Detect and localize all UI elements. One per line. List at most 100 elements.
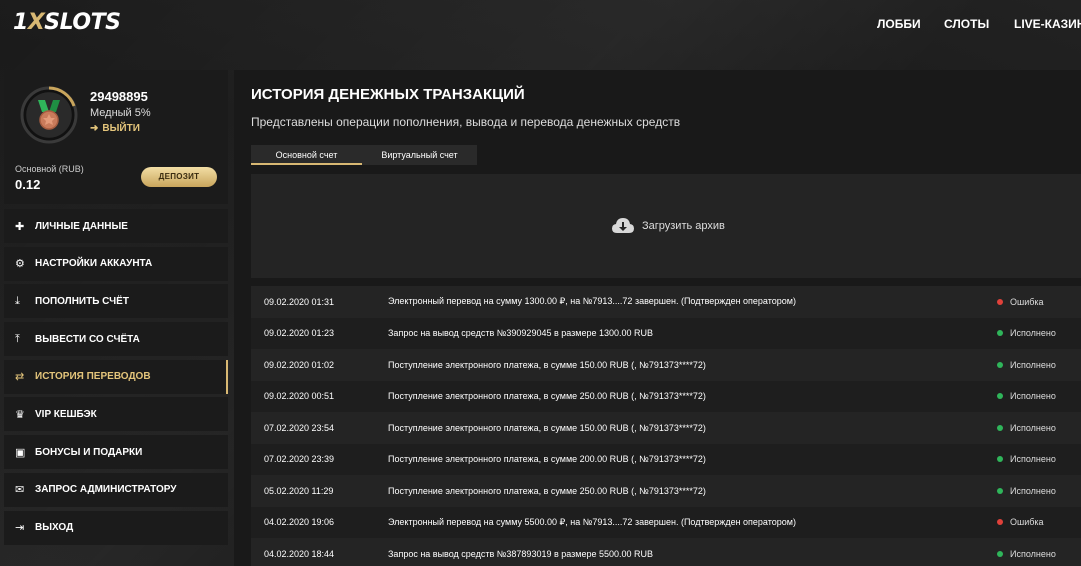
top-bar: 1XSLOTS ЛОББИ СЛОТЫ LIVE-КАЗИНО — [0, 0, 1081, 48]
table-row: 07.02.2020 23:39 Поступление электронного… — [251, 443, 1081, 475]
menu-item-7[interactable]: ▣ БОНУСЫ И ПОДАРКИ — [4, 435, 228, 470]
archive-panel: Загрузить архив — [251, 174, 1081, 278]
table-row: 09.02.2020 01:02 Поступление электронного… — [251, 349, 1081, 381]
transaction-description: Электронный перевод на сумму 5500.00 ₽, … — [388, 516, 796, 527]
download-archive-button[interactable]: Загрузить архив — [611, 216, 725, 236]
status-dot-icon — [997, 298, 1003, 305]
nav-lobby[interactable]: ЛОББИ — [877, 17, 921, 31]
table-row: 04.02.2020 19:06 Электронный перевод на с… — [251, 506, 1081, 538]
logout-link[interactable]: ➜ ВЫЙТИ — [90, 123, 140, 134]
menu-item-label: НАСТРОЙКИ АККАУНТА — [35, 258, 153, 270]
transaction-status: Ошибка — [997, 297, 1044, 307]
status-label: Исполнено — [1010, 328, 1056, 339]
menu-item-1[interactable]: ✚ ЛИЧНЫЕ ДАННЫЕ — [4, 209, 228, 243]
transaction-description: Поступление электронного платежа, в сумм… — [388, 359, 706, 370]
sign-out-icon: ⇥ — [15, 522, 25, 534]
status-label: Исполнено — [1010, 391, 1056, 402]
vip-level-text: Медный 5% — [90, 107, 151, 119]
transaction-date: 05.02.2020 11:29 — [264, 485, 334, 496]
menu-item-label: ВЫВЕСТИ СО СЧЁТА — [35, 333, 140, 345]
transaction-status: Исполнено — [997, 454, 1056, 464]
page-title: ИСТОРИЯ ДЕНЕЖНЫХ ТРАНЗАКЦИЙ — [251, 86, 525, 103]
status-label: Исполнено — [1010, 454, 1056, 465]
status-dot-icon — [997, 550, 1003, 557]
transaction-status: Исполнено — [997, 549, 1056, 559]
gift-icon: ▣ — [15, 446, 26, 459]
transaction-date: 04.02.2020 19:06 — [264, 517, 335, 528]
transaction-description: Запрос на вывод средств №390929045 в раз… — [388, 328, 654, 339]
profile-card: 29498895 Медный 5% ➜ ВЫЙТИ Основной (RUB)… — [4, 70, 228, 204]
menu-item-9[interactable]: ⇥ ВЫХОД — [4, 510, 228, 545]
status-label: Исполнено — [1010, 422, 1056, 433]
status-dot-icon — [997, 456, 1003, 463]
account-menu: ✚ ЛИЧНЫЕ ДАННЫЕ ⚙ НАСТРОЙКИ АККАУНТА ⤓ ПОПОЛН… — [4, 209, 228, 545]
account-sidebar: 29498895 Медный 5% ➜ ВЫЙТИ Основной (RUB)… — [4, 70, 228, 548]
medal-icon — [20, 86, 78, 144]
vip-level-avatar — [20, 86, 78, 144]
menu-item-label: ВЫХОД — [35, 522, 74, 533]
user-id: 29498895 — [90, 89, 148, 104]
transaction-date: 07.02.2020 23:54 — [264, 422, 335, 433]
menu-item-label: БОНУСЫ И ПОДАРКИ — [35, 446, 143, 458]
status-label: Ошибка — [1010, 517, 1044, 528]
transaction-date: 09.02.2020 01:23 — [264, 328, 335, 339]
balance-value: 0.12 — [15, 177, 41, 192]
account-tabs: Основной счет Виртуальный счет — [251, 145, 477, 165]
transaction-description: Поступление электронного платежа, в сумм… — [388, 422, 706, 433]
transaction-status: Исполнено — [997, 391, 1056, 401]
table-row: 09.02.2020 00:51 Поступление электронного… — [251, 380, 1081, 412]
transaction-date: 09.02.2020 00:51 — [264, 391, 335, 402]
table-row: 09.02.2020 01:23 Запрос на вывод средств … — [251, 317, 1081, 349]
transaction-status: Исполнено — [997, 328, 1056, 338]
tab-main-account[interactable]: Основной счет — [251, 145, 362, 165]
cloud-download-icon — [612, 218, 634, 233]
user-plus-icon: ✚ — [15, 220, 25, 233]
table-row: 04.02.2020 18:44 Запрос на вывод средств … — [251, 538, 1081, 566]
transaction-description: Поступление электронного платежа, в сумм… — [388, 454, 706, 465]
download-archive-label: Загрузить архив — [642, 220, 725, 232]
menu-item-4[interactable]: ⤒ ВЫВЕСТИ СО СЧЁТА — [4, 322, 228, 357]
transaction-status: Ошибка — [997, 517, 1044, 527]
status-label: Исполнено — [1010, 548, 1056, 559]
status-dot-icon — [997, 519, 1003, 526]
upload-icon: ⤒ — [15, 332, 20, 345]
menu-item-label: ПОПОЛНИТЬ СЧЁТ — [35, 295, 129, 307]
transaction-date: 07.02.2020 23:39 — [264, 454, 335, 465]
transaction-date: 09.02.2020 01:02 — [264, 359, 335, 370]
transaction-description: Поступление электронного платежа, в сумм… — [388, 485, 706, 496]
nav-slots[interactable]: СЛОТЫ — [944, 17, 989, 31]
nav-live-casino[interactable]: LIVE-КАЗИНО — [1014, 17, 1081, 31]
status-label: Исполнено — [1010, 485, 1056, 496]
transaction-status: Исполнено — [997, 423, 1056, 433]
tab-virtual-account[interactable]: Виртуальный счет — [362, 145, 477, 165]
status-label: Исполнено — [1010, 359, 1056, 370]
status-dot-icon — [997, 393, 1003, 400]
status-dot-icon — [997, 424, 1003, 431]
transactions-table: 09.02.2020 01:31 Электронный перевод на с… — [251, 286, 1081, 566]
menu-item-2[interactable]: ⚙ НАСТРОЙКИ АККАУНТА — [4, 246, 228, 281]
menu-item-5[interactable]: ⇄ ИСТОРИЯ ПЕРЕВОДОВ — [4, 359, 228, 394]
gears-icon: ⚙ — [15, 258, 25, 271]
transaction-date: 04.02.2020 18:44 — [264, 548, 335, 559]
menu-item-label: ЗАПРОС АДМИНИСТРАТОРУ — [35, 484, 177, 496]
crown-icon: ♛ — [15, 408, 25, 421]
table-row: 05.02.2020 11:29 Поступление электронного… — [251, 475, 1081, 507]
status-label: Ошибка — [1010, 296, 1044, 307]
status-dot-icon — [997, 330, 1003, 337]
menu-item-6[interactable]: ♛ VIP КЕШБЭК — [4, 397, 228, 432]
top-navigation: ЛОББИ СЛОТЫ LIVE-КАЗИНО — [0, 17, 1081, 31]
table-row: 07.02.2020 23:54 Поступление электронного… — [251, 412, 1081, 444]
transaction-status: Исполнено — [997, 360, 1056, 370]
envelope-icon: ✉ — [15, 484, 25, 497]
deposit-button[interactable]: ДЕПОЗИТ — [141, 167, 217, 187]
menu-item-label: ЛИЧНЫЕ ДАННЫЕ — [35, 220, 128, 232]
exchange-icon: ⇄ — [15, 371, 25, 384]
menu-item-3[interactable]: ⤓ ПОПОЛНИТЬ СЧЁТ — [4, 284, 228, 319]
transaction-status: Исполнено — [997, 486, 1056, 496]
menu-item-8[interactable]: ✉ ЗАПРОС АДМИНИСТРАТОРУ — [4, 472, 228, 507]
sign-out-icon: ➜ — [90, 123, 99, 134]
balance-label: Основной (RUB) — [15, 164, 84, 174]
transaction-description: Запрос на вывод средств №387893019 в раз… — [388, 548, 654, 559]
transaction-date: 09.02.2020 01:31 — [264, 296, 335, 307]
transaction-description: Поступление электронного платежа, в сумм… — [388, 391, 706, 402]
